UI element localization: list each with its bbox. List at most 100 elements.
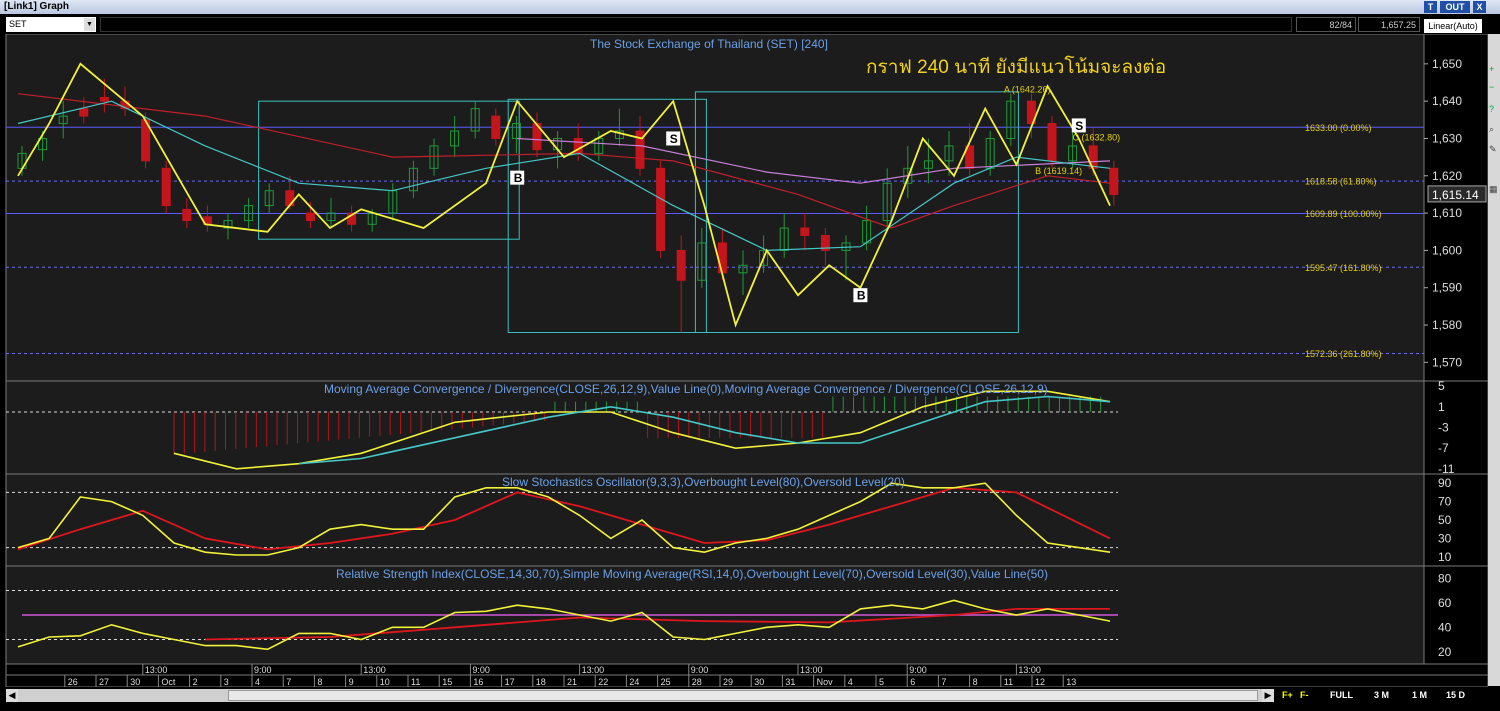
period-15d[interactable]: 15 D (1446, 689, 1465, 702)
price-tick-label: 1,600 (1432, 243, 1462, 257)
date-tick-label: 30 (754, 677, 764, 687)
annotation-text: กราฟ 240 นาที ยังมีแนวโน้มจะลงต่อ (866, 55, 1166, 78)
panel-2-axis (1423, 473, 1488, 567)
candle-body (656, 167, 666, 251)
pattern-point-label: C (1632.80) (1073, 132, 1121, 142)
time-tick-label: 13:00 (800, 665, 823, 675)
symbol-select[interactable]: SET ▼ (6, 17, 96, 32)
candle-body (161, 167, 171, 207)
zoom-out-icon[interactable]: − (1489, 82, 1499, 92)
date-tick-label: 11 (411, 677, 420, 687)
fib-level-label: 1609.89 (100.00%) (1305, 209, 1382, 219)
panel-0-background (5, 34, 1425, 382)
date-tick-label: 25 (661, 677, 671, 687)
date-tick-label: 15 (442, 677, 452, 687)
macd-tick-label: -7 (1438, 441, 1449, 455)
rsi-tick-label: 20 (1438, 645, 1452, 659)
chart-icon[interactable]: ▦ (1489, 184, 1499, 194)
scroll-left-icon[interactable]: ◀ (6, 689, 18, 702)
candle-body (99, 96, 109, 102)
price-tick-label: 1,620 (1432, 169, 1462, 183)
fib-level-label: 1595.47 (161.80%) (1305, 263, 1382, 273)
date-tick-label: 11 (1004, 677, 1013, 687)
main-chart-title: The Stock Exchange of Thailand (SET) [24… (590, 37, 828, 51)
candle-body (1047, 123, 1057, 162)
fib-level-label: 1633.00 (0.00%) (1305, 123, 1372, 133)
chart-info-bar (100, 17, 1292, 32)
date-tick-label: 8 (973, 677, 978, 687)
candle-body (182, 208, 192, 222)
date-tick-label: 17 (505, 677, 515, 687)
scroll-thumb[interactable] (228, 690, 1258, 701)
stoch-tick-label: 50 (1438, 513, 1452, 527)
price-tick-label: 1,630 (1432, 131, 1462, 145)
date-tick-label: 29 (723, 677, 733, 687)
window-titlebar: [Link1] Graph T OUT X (0, 0, 1500, 14)
signal-marker-label: B (857, 289, 866, 303)
macd-tick-label: 1 (1438, 400, 1445, 414)
date-tick-label: 10 (380, 677, 390, 687)
pattern-point-label: A (1642.26) (1004, 85, 1051, 95)
zoom-in-icon[interactable]: + (1489, 64, 1499, 74)
date-tick-label: 3 (224, 677, 229, 687)
signal-marker-label: S (1075, 119, 1083, 133)
search-icon[interactable]: ⌕ (1489, 124, 1499, 134)
footer-bar: ◀ ▶ F+ F- FULL 3 M 1 M 15 D (0, 687, 1500, 711)
period-full[interactable]: FULL (1330, 689, 1353, 702)
date-tick-label: 7 (941, 677, 946, 687)
date-tick-label: 2 (193, 677, 198, 687)
zoom-plus-icon[interactable]: F+ (1282, 689, 1293, 702)
chart-area[interactable]: 1,650 1,640 1,630 1,620 1,610 1,600 1,590 1,580… (0, 34, 1488, 687)
candle-body (676, 249, 686, 281)
price-tick-label: 1,590 (1432, 281, 1462, 295)
date-tick-label: 22 (598, 677, 608, 687)
stoch-tick-label: 30 (1438, 531, 1452, 545)
date-tick-label: 4 (848, 677, 853, 687)
close-button[interactable]: X (1473, 1, 1486, 13)
rsi-title: Relative Strength Index(CLOSE,14,30,70),… (336, 567, 1048, 581)
time-tick-label: 9:00 (909, 665, 927, 675)
date-tick-label: 5 (879, 677, 884, 687)
candle-body (79, 108, 89, 117)
price-tick-label: 1,580 (1432, 318, 1462, 332)
scale-mode[interactable]: Linear(Auto) (1424, 19, 1482, 33)
price-tick-label: 1,640 (1432, 94, 1462, 108)
window-title: [Link1] Graph (4, 1, 70, 12)
stoch-tick-label: 90 (1438, 476, 1452, 490)
date-tick-label: 4 (255, 677, 260, 687)
scroll-right-icon[interactable]: ▶ (1262, 689, 1274, 702)
date-tick-label: Nov (817, 677, 834, 687)
signal-marker-label: B (514, 171, 523, 185)
price-tick-label: 1,610 (1432, 206, 1462, 220)
horizontal-scrollbar[interactable]: ◀ ▶ (6, 689, 1274, 702)
date-tick-label: 16 (473, 677, 483, 687)
date-tick-label: 6 (910, 677, 915, 687)
bar-count: 82/84 (1296, 17, 1356, 32)
time-tick-label: 13:00 (363, 665, 386, 675)
tool-icon[interactable]: ✎ (1489, 144, 1499, 154)
help-icon[interactable]: ? (1489, 104, 1499, 114)
stoch-tick-label: 10 (1438, 550, 1452, 564)
chart-toolbar: SET ▼ 82/84 1,657.25 Linear(Auto) (0, 14, 1500, 34)
date-tick-label: Oct (161, 677, 176, 687)
macd-tick-label: -3 (1438, 421, 1449, 435)
candle-body (717, 242, 727, 274)
panel-1-axis (1423, 380, 1488, 475)
time-tick-label: 9:00 (254, 665, 272, 675)
chevron-down-icon[interactable]: ▼ (84, 18, 95, 31)
period-3m[interactable]: 3 M (1374, 689, 1389, 702)
toggle-t-button[interactable]: T (1424, 1, 1437, 13)
out-button[interactable]: OUT (1440, 1, 1470, 13)
rsi-tick-label: 40 (1438, 620, 1452, 634)
current-price-label: 1,615.14 (1432, 188, 1479, 202)
date-tick-label: 13 (1066, 677, 1076, 687)
macd-tick-label: 5 (1438, 379, 1445, 393)
fib-level-label: 1572.36 (261.80%) (1305, 349, 1382, 359)
time-tick-label: 9:00 (472, 665, 490, 675)
period-1m[interactable]: 1 M (1412, 689, 1427, 702)
price-tick-label: 1,650 (1432, 57, 1462, 71)
symbol-value: SET (9, 19, 27, 29)
rsi-tick-label: 80 (1438, 571, 1452, 585)
zoom-minus-icon[interactable]: F- (1300, 689, 1309, 702)
macd-tick-label: -11 (1438, 462, 1455, 476)
